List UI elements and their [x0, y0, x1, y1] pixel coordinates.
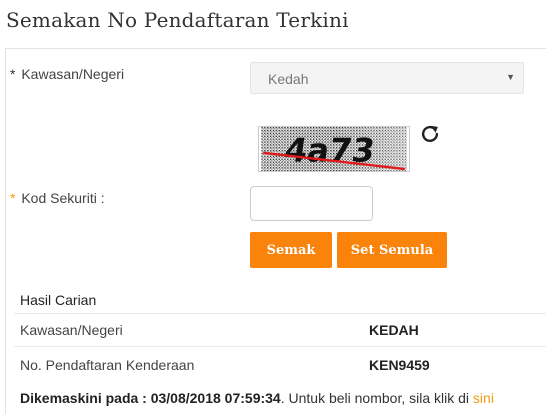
last-updated-text: Dikemaskini pada : 03/08/2018 07:59:34. … — [20, 390, 494, 406]
check-button[interactable]: Semak — [250, 232, 332, 268]
region-label-text: Kawasan/Negeri — [21, 66, 125, 82]
refresh-icon[interactable] — [419, 123, 441, 145]
security-code-label: * Kod Sekuriti : — [10, 190, 105, 206]
caret-down-icon: ▼ — [506, 72, 515, 82]
security-code-label-text: Kod Sekuriti : — [21, 190, 105, 206]
result-row-value: KEDAH — [369, 322, 419, 338]
security-code-input[interactable] — [250, 186, 373, 221]
result-row-value: KEN9459 — [369, 357, 430, 373]
required-mark: * — [10, 66, 16, 82]
results-heading: Hasil Carian — [20, 292, 97, 308]
captcha-image: 4a73 — [258, 126, 410, 172]
page-title: Semakan No Pendaftaran Terkini — [6, 8, 349, 32]
result-row-label: Kawasan/Negeri — [20, 322, 123, 338]
region-select[interactable]: Kedah ▼ — [250, 62, 524, 94]
result-row-label: No. Pendaftaran Kenderaan — [20, 357, 195, 373]
last-updated-date: Dikemaskini pada : 03/08/2018 07:59:34 — [20, 390, 281, 406]
divider — [14, 313, 546, 314]
buy-number-text: . Untuk beli nombor, sila klik di — [280, 390, 473, 406]
required-mark: * — [10, 190, 16, 206]
region-label: * Kawasan/Negeri — [10, 66, 124, 82]
divider — [14, 346, 546, 347]
buy-number-link[interactable]: sini — [473, 390, 494, 406]
region-select-value: Kedah — [268, 71, 309, 87]
reset-button[interactable]: Set Semula — [337, 232, 447, 268]
